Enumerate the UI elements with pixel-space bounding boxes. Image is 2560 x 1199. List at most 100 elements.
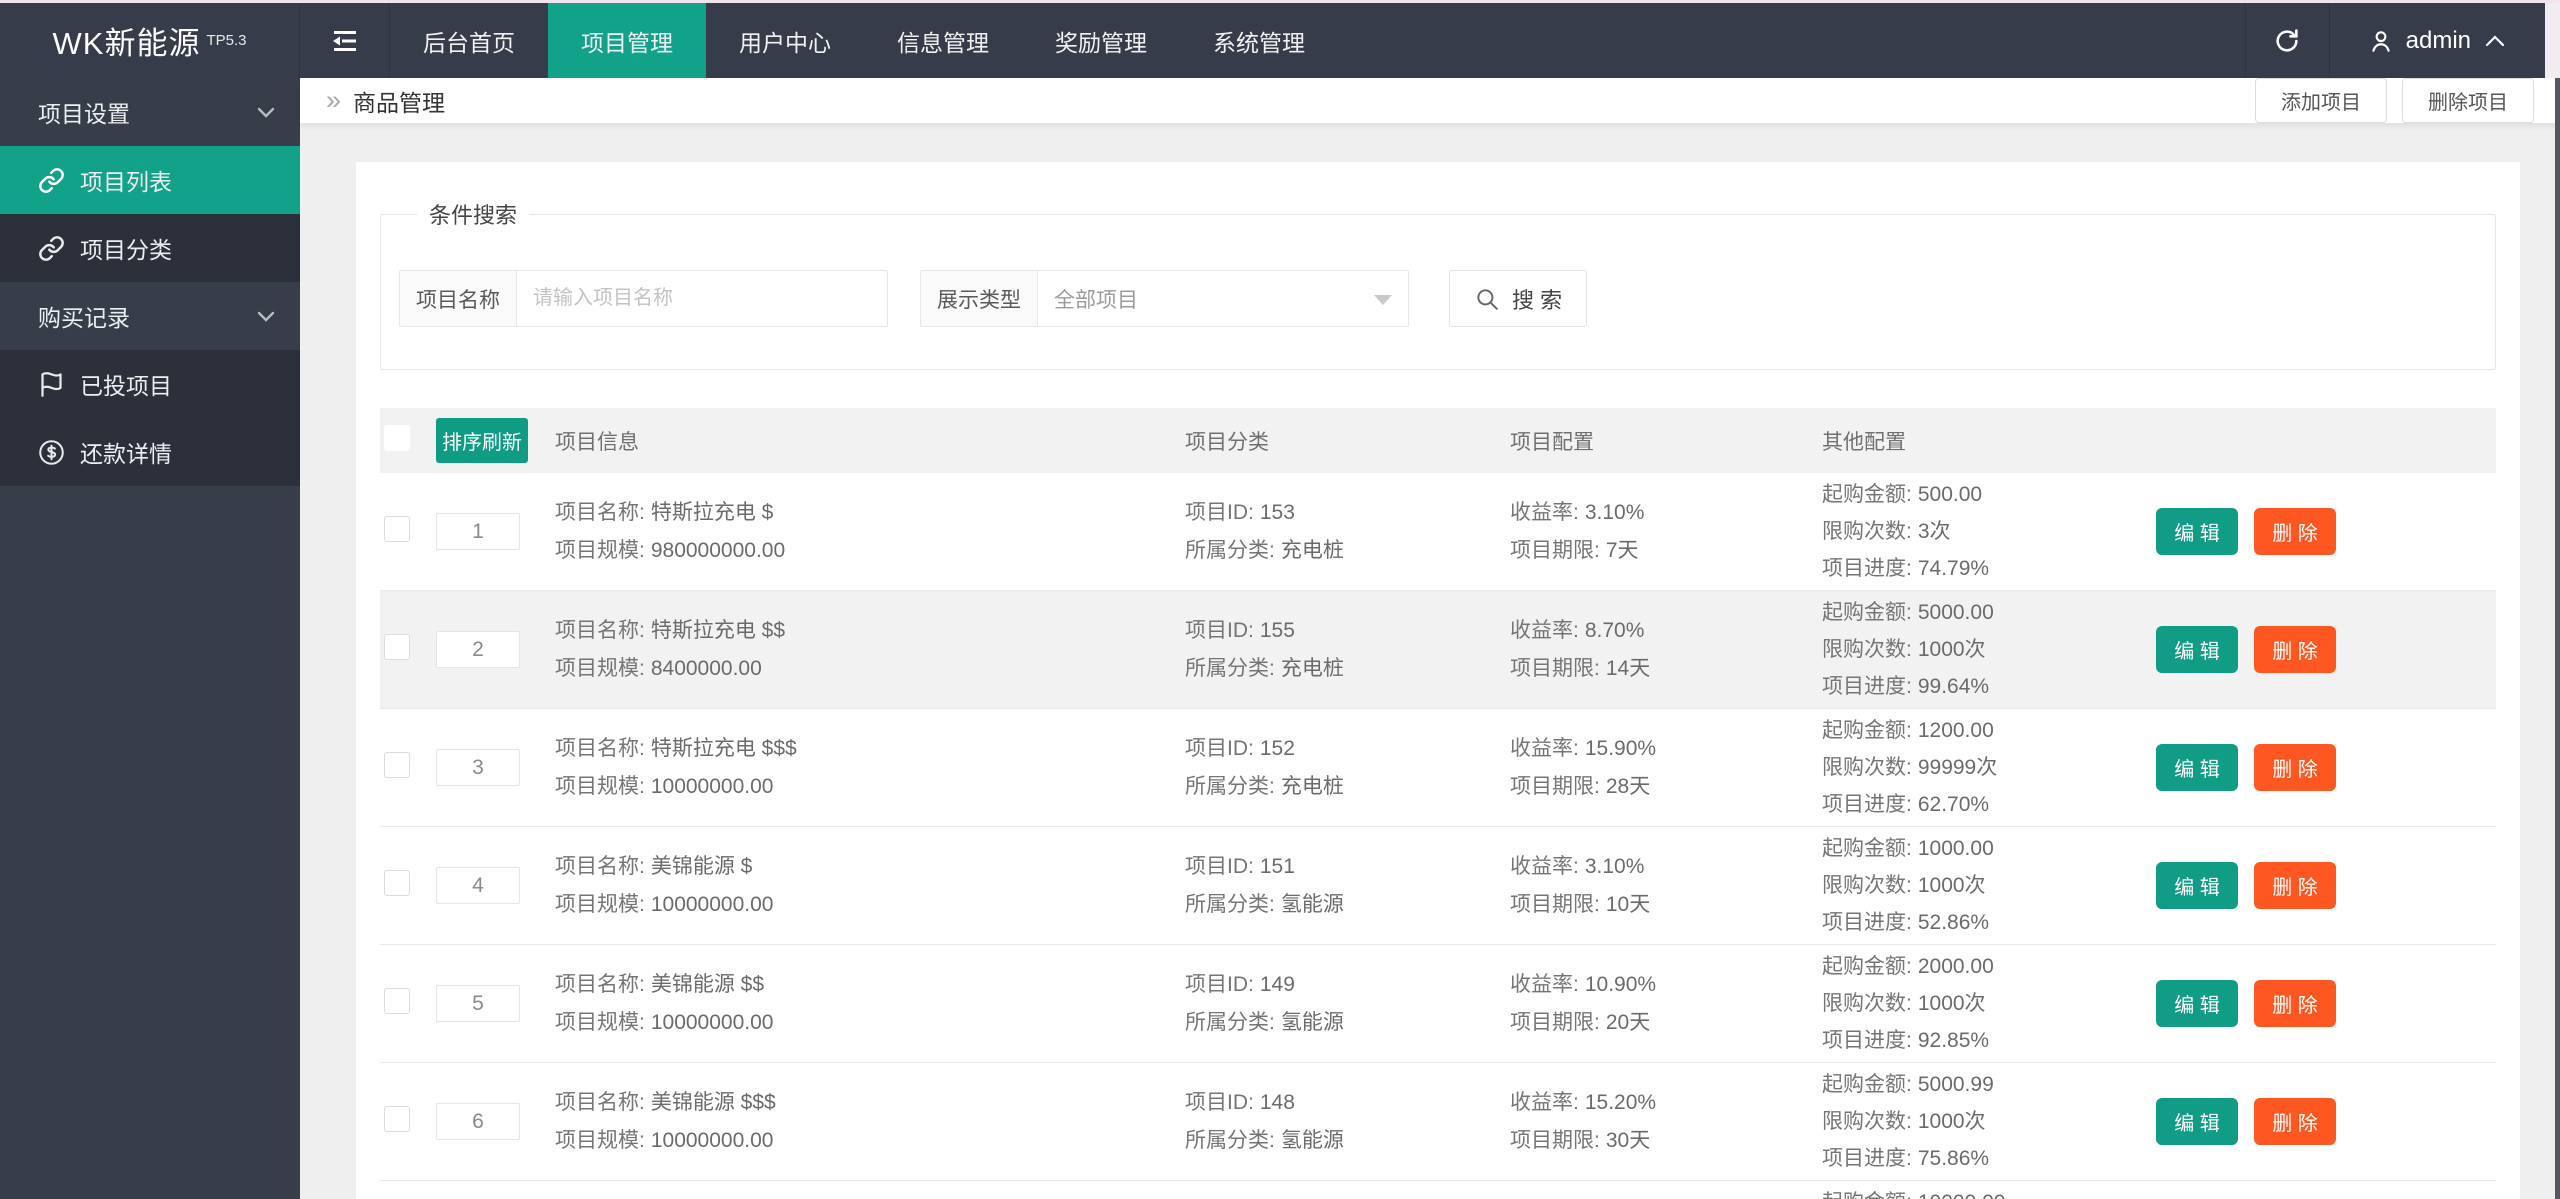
nav-item-rewards[interactable]: 奖励管理 xyxy=(1022,3,1180,78)
cell-project-info: 项目名称: 特斯拉充电 $ 项目规模: 980000000.00 xyxy=(555,500,786,562)
delete-button[interactable]: 删 除 xyxy=(2254,1098,2336,1145)
project-progress: 62.70% xyxy=(1917,793,1990,816)
nav-item-users[interactable]: 用户中心 xyxy=(706,3,864,78)
search-fieldset: 条件搜索 项目名称 展示类型 全部项目 xyxy=(380,198,2496,370)
add-project-button[interactable]: 添加项目 xyxy=(2255,78,2387,123)
cell-project-config: 收益率: 3.10% 项目期限: 10天 xyxy=(1510,854,1651,916)
project-scale: 10000000.00 xyxy=(650,1010,774,1034)
cell-project-category: 项目ID: 153 所属分类: 充电桩 xyxy=(1185,500,1344,562)
row-checkbox[interactable] xyxy=(384,1105,410,1132)
cell-project-config: 收益率: 3.10% 项目期限: 7天 xyxy=(1510,500,1645,562)
cell-other-config: 起购金额: 1200.00 限购次数: 99999次 项目进度: 62.70% xyxy=(1822,719,1998,816)
project-name-input[interactable] xyxy=(516,270,888,327)
breadcrumb-caret-icon: » xyxy=(326,85,342,115)
project-scale: 10000000.00 xyxy=(650,892,774,916)
nav-item-info[interactable]: 信息管理 xyxy=(864,3,1022,78)
table-row: 5 项目名称: 美锦能源 $$ 项目规模: 10000000.00 项目ID: 149… xyxy=(380,945,2496,1063)
sort-order-input[interactable]: 6 xyxy=(436,1103,520,1140)
nav-item-system[interactable]: 系统管理 xyxy=(1180,3,1338,78)
delete-button[interactable]: 删 除 xyxy=(2254,508,2336,555)
project-name-group: 项目名称 xyxy=(399,270,888,327)
sort-order-input[interactable]: 5 xyxy=(436,985,520,1022)
edit-button[interactable]: 编 辑 xyxy=(2156,626,2238,673)
project-id: 155 xyxy=(1259,618,1295,642)
link-icon xyxy=(38,167,65,194)
project-rate: 15.20% xyxy=(1584,1090,1657,1114)
project-buy-limit: 1000次 xyxy=(1917,1110,1986,1133)
sidebar-submenu-project: 项目列表 项目分类 xyxy=(0,146,300,282)
sort-order-input[interactable]: 4 xyxy=(436,867,520,904)
edit-button[interactable]: 编 辑 xyxy=(2156,980,2238,1027)
cell-project-config: 收益率: 8.70% 项目期限: 14天 xyxy=(1510,618,1651,680)
edit-button[interactable]: 编 辑 xyxy=(2156,1098,2238,1145)
sort-order-input[interactable]: 1 xyxy=(436,513,520,550)
project-progress: 74.79% xyxy=(1917,557,1990,580)
row-checkbox[interactable] xyxy=(384,987,410,1014)
cell-actions: 编 辑 删 除 xyxy=(2148,862,2496,909)
cell-other-config: 起购金额: 500.00 限购次数: 3次 项目进度: 74.79% xyxy=(1822,483,1990,580)
table-header: 排序刷新 项目信息 项目分类 项目配置 其他配置 xyxy=(380,408,2496,473)
sort-order-input[interactable]: 2 xyxy=(436,631,520,668)
project-progress: 92.85% xyxy=(1917,1029,1990,1052)
table-row: 1 项目名称: 特斯拉充电 $ 项目规模: 980000000.00 项目ID: 15… xyxy=(380,473,2496,591)
project-id: 153 xyxy=(1259,500,1295,524)
refresh-button[interactable] xyxy=(2244,3,2329,78)
cell-project-category: 项目ID: 149 所属分类: 氢能源 xyxy=(1185,972,1344,1034)
delete-button[interactable]: 删 除 xyxy=(2254,862,2336,909)
admin-menu[interactable]: admin xyxy=(2328,3,2545,78)
delete-button[interactable]: 删 除 xyxy=(2254,744,2336,791)
delete-button[interactable]: 删 除 xyxy=(2254,626,2336,673)
table-row: 4 项目名称: 美锦能源 $ 项目规模: 10000000.00 项目ID: 151 … xyxy=(380,827,2496,945)
sidebar-item-purchase-records[interactable]: 购买记录 xyxy=(0,282,300,350)
nav-item-home[interactable]: 后台首页 xyxy=(390,3,548,78)
edit-button[interactable]: 编 辑 xyxy=(2156,862,2238,909)
scrollbar-thumb[interactable] xyxy=(2555,78,2560,1199)
cell-project-category: 项目ID: 151 所属分类: 氢能源 xyxy=(1185,854,1344,916)
project-category: 氢能源 xyxy=(1280,892,1344,916)
edit-button[interactable]: 编 辑 xyxy=(2156,508,2238,555)
sort-order-input[interactable]: 3 xyxy=(436,749,520,786)
search-icon xyxy=(1474,286,1500,312)
delete-button[interactable]: 删 除 xyxy=(2254,980,2336,1027)
cell-actions: 编 辑 删 除 xyxy=(2148,980,2496,1027)
project-id: 149 xyxy=(1259,972,1295,996)
row-checkbox[interactable] xyxy=(384,869,410,896)
project-min-amount: 5000.00 xyxy=(1917,601,1994,624)
cell-other-config: 起购金额: 5000.00 限购次数: 1000次 项目进度: 99.64% xyxy=(1822,601,1994,698)
sidebar-fold-button[interactable] xyxy=(300,3,390,78)
sidebar-item-project-settings[interactable]: 项目设置 xyxy=(0,78,300,146)
project-term: 14天 xyxy=(1605,656,1651,680)
sort-refresh-button[interactable]: 排序刷新 xyxy=(436,418,528,463)
app-logo: WK新能源 TP5.3 xyxy=(0,3,300,78)
sidebar-item-project-list[interactable]: 项目列表 xyxy=(0,146,300,214)
project-name: 特斯拉充电 $ xyxy=(650,500,774,524)
sidebar-item-project-category[interactable]: 项目分类 xyxy=(0,214,300,282)
page-actions: 添加项目 删除项目 xyxy=(2255,78,2534,123)
row-checkbox[interactable] xyxy=(384,633,410,660)
table-row: 6 项目名称: 美锦能源 $$$ 项目规模: 10000000.00 项目ID: 14… xyxy=(380,1063,2496,1181)
project-min-amount: 5000.99 xyxy=(1917,1073,1994,1096)
sidebar-item-repayment-details[interactable]: 还款详情 xyxy=(0,418,300,486)
cell-other-config: 起购金额: 2000.00 限购次数: 1000次 项目进度: 92.85% xyxy=(1822,955,1994,1052)
scrollbar-track[interactable] xyxy=(2545,3,2560,78)
row-checkbox[interactable] xyxy=(384,751,410,778)
project-rate: 3.10% xyxy=(1584,500,1645,524)
cell-project-category: 项目ID: 152 所属分类: 充电桩 xyxy=(1185,736,1344,798)
search-button[interactable]: 搜 索 xyxy=(1449,270,1588,327)
delete-project-button[interactable]: 删除项目 xyxy=(2402,78,2534,123)
link-icon xyxy=(38,235,65,262)
page-title: 商品管理 xyxy=(353,89,446,116)
projects-table: 排序刷新 项目信息 项目分类 项目配置 其他配置 1 项目名称: 特斯拉充电 $ … xyxy=(380,408,2496,1199)
admin-username: admin xyxy=(2405,26,2471,54)
edit-button[interactable]: 编 辑 xyxy=(2156,744,2238,791)
display-type-label: 展示类型 xyxy=(920,270,1037,327)
select-all-checkbox[interactable] xyxy=(384,424,410,451)
top-nav-menu: 后台首页 项目管理 用户中心 信息管理 奖励管理 系统管理 xyxy=(390,3,1338,78)
project-name: 特斯拉充电 $$$ xyxy=(650,736,797,760)
display-type-select[interactable]: 全部项目 xyxy=(1037,270,1409,327)
sidebar-item-invested-projects[interactable]: 已投项目 xyxy=(0,350,300,418)
project-term: 7天 xyxy=(1605,538,1639,562)
nav-item-projects[interactable]: 项目管理 xyxy=(548,3,706,78)
row-checkbox[interactable] xyxy=(384,515,410,542)
project-id: 151 xyxy=(1259,854,1295,878)
